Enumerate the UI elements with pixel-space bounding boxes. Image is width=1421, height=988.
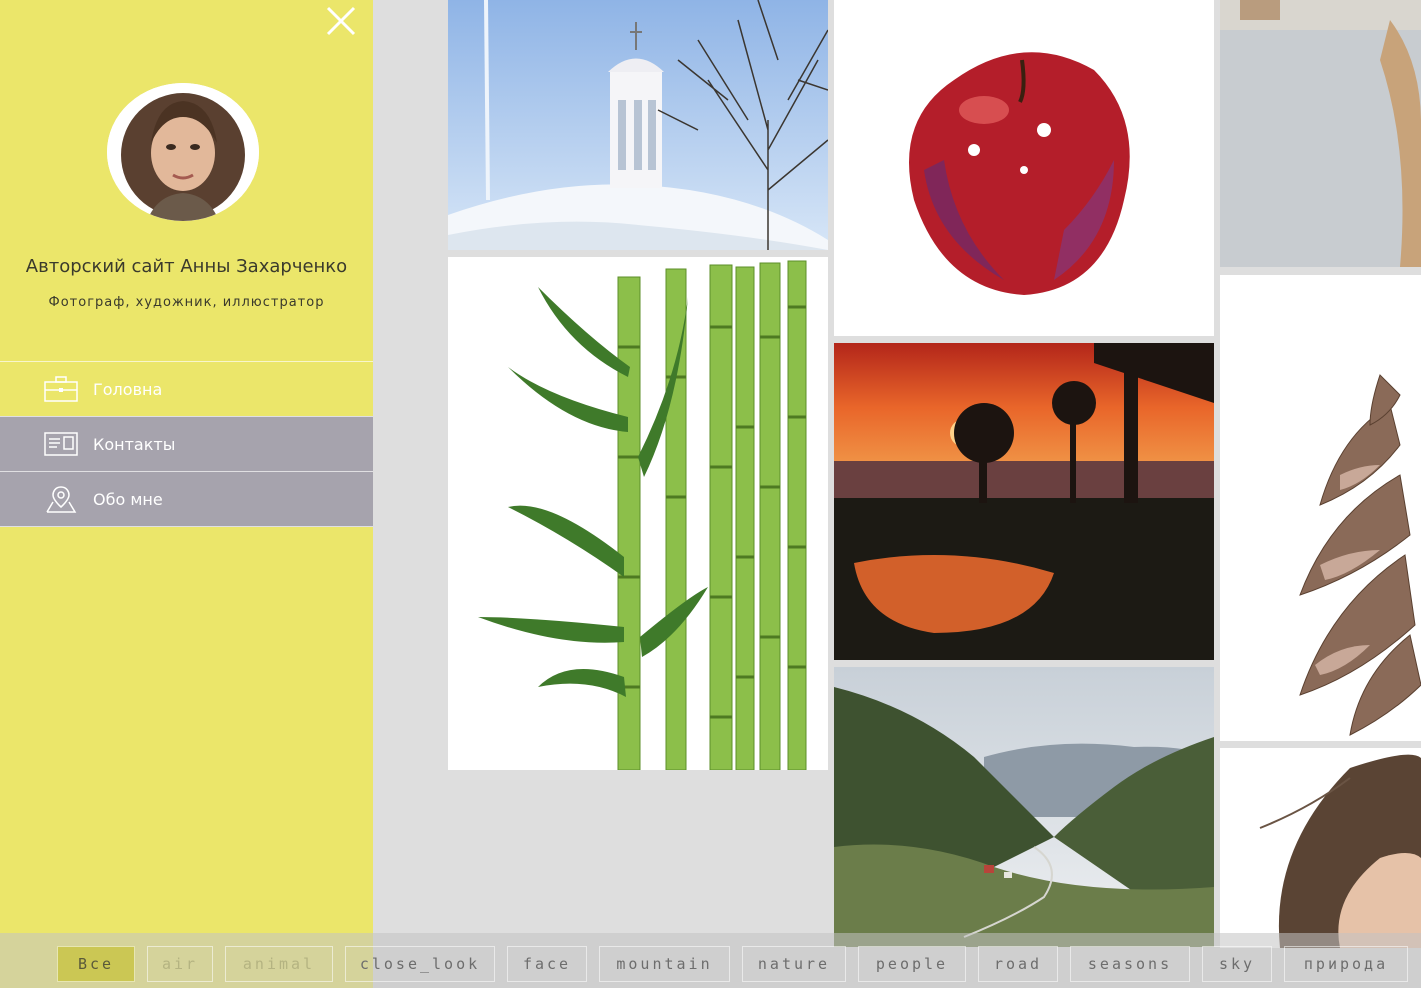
gallery-item-watercolor-pinecone[interactable] — [1220, 275, 1421, 741]
menu-item-label: Контакты — [93, 434, 176, 454]
menu-item-about[interactable]: Обо мне — [0, 471, 373, 527]
gallery-item-woman-hair[interactable] — [1220, 748, 1421, 948]
filter-nature[interactable]: nature — [742, 946, 846, 982]
filter-mountain[interactable]: mountain — [599, 946, 730, 982]
filter-animal[interactable]: animal — [225, 946, 333, 982]
close-icon[interactable] — [322, 2, 360, 40]
filter-bar: Все air animal close_look face mountain … — [0, 933, 1421, 988]
briefcase-icon — [44, 375, 78, 403]
sidebar-menu: Головна Контакты Обо мне — [0, 361, 373, 527]
filter-face[interactable]: face — [507, 946, 587, 982]
contact-card-icon — [44, 430, 78, 458]
gallery-item-beach-sand[interactable] — [1220, 0, 1421, 267]
filter-air[interactable]: air — [147, 946, 213, 982]
filter-sky[interactable]: sky — [1202, 946, 1272, 982]
gallery-item-mountain-valley[interactable] — [834, 667, 1214, 947]
gallery-item-sunset-lake[interactable] — [834, 343, 1214, 660]
menu-item-home[interactable]: Головна — [0, 361, 373, 416]
map-pin-icon — [44, 485, 78, 513]
filter-seasons[interactable]: seasons — [1070, 946, 1190, 982]
gallery-item-watercolor-bamboo[interactable] — [448, 257, 828, 770]
site-title: Авторский сайт Анны Захарченко — [25, 256, 348, 277]
gallery-item-watercolor-apple[interactable] — [834, 0, 1214, 336]
avatar — [107, 83, 259, 221]
menu-item-contacts[interactable]: Контакты — [0, 416, 373, 471]
filter-people[interactable]: people — [858, 946, 966, 982]
sidebar: Авторский сайт Анны Захарченко Фотограф,… — [0, 0, 373, 988]
gallery-item-winter-rotunda[interactable] — [448, 0, 828, 250]
filter-road[interactable]: road — [978, 946, 1058, 982]
menu-item-label: Обо мне — [93, 489, 163, 509]
filter-priroda[interactable]: природа — [1284, 946, 1408, 982]
menu-item-label: Головна — [93, 379, 163, 399]
filter-list: Все air animal close_look face mountain … — [57, 946, 1408, 982]
filter-close-look[interactable]: close_look — [345, 946, 495, 982]
filter-all[interactable]: Все — [57, 946, 135, 982]
site-subtitle: Фотограф, художник, иллюстратор — [48, 295, 325, 310]
